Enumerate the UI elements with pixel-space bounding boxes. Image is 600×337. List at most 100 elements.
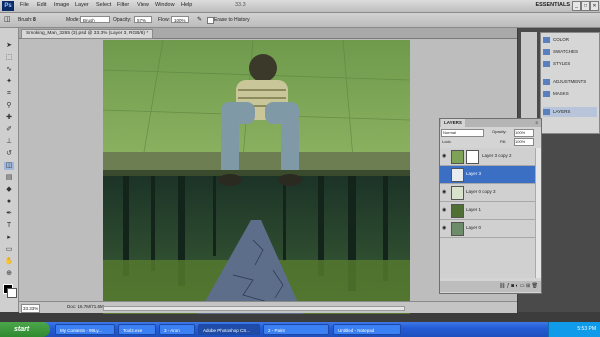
layer-row[interactable]: ◉ Layer 0 copy 3: [440, 184, 535, 202]
trash-icon[interactable]: 🗑: [532, 283, 538, 289]
healing-tool-icon[interactable]: ✚: [4, 114, 14, 122]
add-mask-icon[interactable]: ◙: [511, 283, 514, 289]
menu-window[interactable]: Window: [155, 2, 175, 8]
layer-row[interactable]: Layer 3: [440, 166, 535, 184]
photoshop-logo: Ps: [2, 1, 14, 11]
dodge-tool-icon[interactable]: ●: [4, 198, 14, 206]
horizontal-scrollbar[interactable]: [103, 306, 405, 311]
taskbar-item-active[interactable]: Adobe Photoshop CS...: [198, 324, 260, 335]
taskbar-item[interactable]: My Contests - 99Ly...: [55, 324, 115, 335]
canvas-artwork: [103, 40, 410, 314]
layers-panel-button[interactable]: LAYERS: [543, 107, 597, 117]
history-brush-tool-icon[interactable]: ↺: [4, 150, 14, 158]
brush-tool-icon[interactable]: ✐: [4, 126, 14, 134]
taskbar-item[interactable]: 2 - Paint: [263, 324, 329, 335]
mode-select[interactable]: Brush: [80, 16, 110, 23]
mode-label: Mode:: [66, 17, 80, 23]
new-group-icon[interactable]: ▭: [520, 283, 525, 289]
blend-mode-select[interactable]: Normal: [441, 129, 484, 137]
type-tool-icon[interactable]: T: [4, 222, 14, 230]
eyedropper-tool-icon[interactable]: ⚲: [4, 102, 14, 110]
document-info[interactable]: Doc: 16.7M/71.6M: [67, 304, 104, 309]
layer-opacity-field[interactable]: 100%: [514, 129, 534, 137]
styles-panel-button[interactable]: STYLES: [543, 59, 597, 69]
background-color-swatch[interactable]: [7, 288, 17, 298]
taskbar: start My Contests - 99Ly... Tool2.exe 3 …: [0, 322, 600, 337]
menu-help[interactable]: Help: [181, 2, 192, 8]
taskbar-item[interactable]: Tool2.exe: [118, 324, 156, 335]
fill-field[interactable]: 100%: [514, 138, 534, 146]
layers-tab[interactable]: LAYERS: [441, 119, 465, 127]
airbrush-icon[interactable]: ✎: [197, 16, 202, 23]
path-select-tool-icon[interactable]: ▸: [4, 234, 14, 242]
panel-shortcuts: COLOR SWATCHES STYLES ADJUSTMENTS MASKS …: [540, 32, 600, 134]
brush-size[interactable]: 8: [33, 17, 36, 23]
lasso-tool-icon[interactable]: ∿: [4, 66, 14, 74]
layer-thumbnail: [451, 222, 464, 236]
document-tab-bar: Smoking_Man_3265 (3).psd @ 33.3% (Layer …: [19, 28, 517, 39]
opacity-field[interactable]: 57%: [134, 16, 152, 23]
start-button[interactable]: start: [0, 322, 50, 337]
adjustments-label: ADJUSTMENTS: [553, 79, 587, 84]
menu-bar: Ps File Edit Image Layer Select Filter V…: [0, 0, 600, 13]
adjustment-layer-icon[interactable]: ◐: [516, 283, 519, 289]
zoom-tool-icon[interactable]: ⊕: [4, 270, 14, 278]
menu-edit[interactable]: Edit: [37, 2, 46, 8]
eraser-tool-icon[interactable]: ◫: [4, 15, 11, 23]
new-layer-icon[interactable]: ⊞: [526, 283, 530, 289]
zoom-field[interactable]: 33.33%: [21, 304, 40, 313]
marquee-tool-icon[interactable]: ⬚: [4, 54, 14, 62]
blur-tool-icon[interactable]: ◆: [4, 186, 14, 194]
shape-tool-icon[interactable]: ▭: [4, 246, 14, 254]
layer-row[interactable]: ◉ Layer 3 copy 2: [440, 148, 535, 166]
move-tool-icon[interactable]: ➤: [4, 42, 14, 50]
taskbar-item[interactable]: Untitled - Notepad: [333, 324, 401, 335]
menu-file[interactable]: File: [20, 2, 29, 8]
layer-row[interactable]: ◉ Layer 1: [440, 202, 535, 220]
color-panel-button[interactable]: COLOR: [543, 35, 597, 45]
panel-menu-icon[interactable]: ≡: [535, 119, 538, 127]
adjustments-panel-button[interactable]: ADJUSTMENTS: [543, 77, 597, 87]
menu-layer[interactable]: Layer: [75, 2, 89, 8]
masks-panel-button[interactable]: MASKS: [543, 89, 597, 99]
gradient-tool-icon[interactable]: ▤: [4, 174, 14, 182]
layers-list: ◉ Layer 3 copy 2 Layer 3 ◉ Layer 0 copy …: [440, 148, 541, 278]
layer-thumbnail: [451, 168, 464, 182]
layer-row[interactable]: ◉ Layer 0: [440, 220, 535, 238]
eraser-tool-icon[interactable]: ◫: [4, 162, 14, 170]
hand-tool-icon[interactable]: ✋: [4, 258, 14, 266]
collapsed-panel-strip: [521, 32, 537, 132]
tools-panel: ➤ ⬚ ∿ ✦ ⌗ ⚲ ✚ ✐ ⊥ ↺ ◫ ▤ ◆ ● ✒ T ▸ ▭ ✋ ⊕: [0, 28, 19, 312]
maximize-button[interactable]: □: [581, 1, 590, 11]
menu-view[interactable]: View: [137, 2, 149, 8]
menu-select[interactable]: Select: [96, 2, 111, 8]
menu-image[interactable]: Image: [54, 2, 69, 8]
close-button[interactable]: ✕: [590, 1, 599, 11]
eye-icon[interactable]: ◉: [442, 189, 448, 195]
crop-tool-icon[interactable]: ⌗: [4, 90, 14, 98]
fx-icon[interactable]: ƒ: [507, 283, 510, 289]
canvas-image[interactable]: [103, 40, 410, 314]
layers-scrollbar[interactable]: [535, 148, 541, 278]
stamp-tool-icon[interactable]: ⊥: [4, 138, 14, 146]
layers-options: Normal Opacity: 100% Lock: Fill: 100%: [440, 128, 541, 148]
eye-icon[interactable]: ◉: [442, 207, 448, 213]
taskbar-item[interactable]: 3 - Aron: [159, 324, 195, 335]
document-tab[interactable]: Smoking_Man_3265 (3).psd @ 33.3% (Layer …: [21, 29, 154, 39]
workspace-switcher[interactable]: ESSENTIALS: [535, 2, 570, 8]
pen-tool-icon[interactable]: ✒: [4, 210, 14, 218]
swatches-panel-button[interactable]: SWATCHES: [543, 47, 597, 57]
minimize-button[interactable]: _: [572, 1, 581, 11]
menu-filter[interactable]: Filter: [117, 2, 129, 8]
zoom-readout[interactable]: 33.3: [235, 2, 246, 8]
erase-history-checkbox[interactable]: [207, 17, 214, 24]
quick-select-tool-icon[interactable]: ✦: [4, 78, 14, 86]
eye-icon[interactable]: ◉: [442, 225, 448, 231]
styles-label: STYLES: [553, 61, 571, 66]
eye-hidden-icon[interactable]: [442, 171, 448, 177]
layer-mask-thumbnail[interactable]: [466, 150, 479, 164]
eye-icon[interactable]: ◉: [442, 153, 448, 159]
link-layers-icon[interactable]: ⛓: [499, 283, 505, 289]
clock[interactable]: 5:53 PM: [577, 326, 596, 332]
flow-field[interactable]: 100%: [171, 16, 189, 23]
